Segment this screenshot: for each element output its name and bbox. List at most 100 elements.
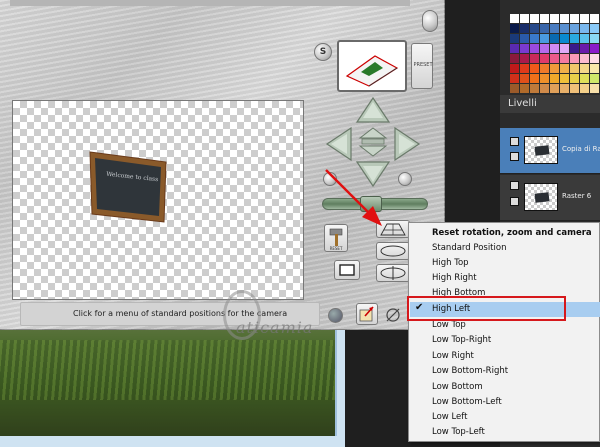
color-swatch[interactable] <box>550 84 559 93</box>
color-swatch[interactable] <box>540 44 549 53</box>
view-frame-button[interactable] <box>334 260 360 280</box>
layer-visibility-icon[interactable] <box>510 137 519 146</box>
reset-button[interactable]: RESET <box>324 224 348 252</box>
color-swatch[interactable] <box>550 44 559 53</box>
menu-item-low-bottom-left[interactable]: Low Bottom-Left <box>410 395 600 410</box>
zoom-slider-thumb[interactable] <box>360 196 382 212</box>
layer-lock-icon[interactable] <box>510 152 519 161</box>
speaker-icon[interactable] <box>422 10 438 32</box>
layer-lock-icon[interactable] <box>510 197 519 206</box>
color-swatch[interactable] <box>520 84 529 93</box>
globe-icon[interactable] <box>328 308 343 323</box>
color-swatch[interactable] <box>520 44 529 53</box>
color-swatch[interactable] <box>550 54 559 63</box>
color-swatch[interactable] <box>520 14 529 23</box>
color-swatch[interactable] <box>550 34 559 43</box>
color-swatch[interactable] <box>590 74 599 83</box>
color-swatch[interactable] <box>560 34 569 43</box>
color-swatch[interactable] <box>590 14 599 23</box>
color-swatch[interactable] <box>530 44 539 53</box>
color-swatch[interactable] <box>590 64 599 73</box>
color-swatch[interactable] <box>510 24 519 33</box>
color-swatch[interactable] <box>580 44 589 53</box>
menu-item-low-bottom-right[interactable]: Low Bottom-Right <box>410 364 600 379</box>
layer-visibility-icon[interactable] <box>510 181 519 190</box>
color-swatch[interactable] <box>530 34 539 43</box>
color-swatch[interactable] <box>530 14 539 23</box>
arrow-up-icon[interactable] <box>355 96 391 124</box>
layer-row-copy-raster[interactable]: Copia di Raster <box>500 128 600 174</box>
color-swatch[interactable] <box>590 84 599 93</box>
arrow-right-icon[interactable] <box>393 126 421 162</box>
color-swatch[interactable] <box>580 24 589 33</box>
color-swatch[interactable] <box>510 54 519 63</box>
color-swatch[interactable] <box>540 64 549 73</box>
color-swatch[interactable] <box>560 64 569 73</box>
color-swatch[interactable] <box>550 74 559 83</box>
color-swatch[interactable] <box>570 84 579 93</box>
preset-button[interactable]: PRESET <box>411 43 433 89</box>
color-swatch[interactable] <box>570 34 579 43</box>
color-swatch[interactable] <box>520 34 529 43</box>
orbit-horizontal-button[interactable] <box>376 242 410 260</box>
menu-item-low-bottom[interactable]: Low Bottom <box>410 380 600 395</box>
color-swatch[interactable] <box>580 34 589 43</box>
menu-item-low-left[interactable]: Low Left <box>410 410 600 425</box>
arrow-center-icon[interactable] <box>358 126 388 158</box>
menu-item-high-top[interactable]: High Top <box>410 256 600 271</box>
color-swatch[interactable] <box>510 74 519 83</box>
camera-positions-button[interactable] <box>376 220 410 238</box>
color-swatch[interactable] <box>540 24 549 33</box>
no-symbol-icon[interactable] <box>384 306 402 324</box>
color-swatch[interactable] <box>580 74 589 83</box>
color-swatch[interactable] <box>510 34 519 43</box>
color-swatch[interactable] <box>530 84 539 93</box>
color-swatch[interactable] <box>540 54 549 63</box>
color-swatch[interactable] <box>590 44 599 53</box>
color-swatch[interactable] <box>550 24 559 33</box>
color-swatch[interactable] <box>570 64 579 73</box>
color-swatch[interactable] <box>570 74 579 83</box>
color-swatch[interactable] <box>510 64 519 73</box>
rotate-left-knob[interactable] <box>323 172 337 186</box>
menu-item-low-right[interactable]: Low Right <box>410 349 600 364</box>
color-swatch[interactable] <box>530 54 539 63</box>
color-swatch[interactable] <box>560 54 569 63</box>
color-swatch[interactable] <box>570 54 579 63</box>
color-swatch[interactable] <box>520 24 529 33</box>
menu-item-low-top-left[interactable]: Low Top-Left <box>410 425 600 440</box>
color-swatch[interactable] <box>510 14 519 23</box>
export-button[interactable] <box>356 303 378 325</box>
color-swatch[interactable] <box>590 24 599 33</box>
color-swatch[interactable] <box>590 34 599 43</box>
color-swatch[interactable] <box>580 84 589 93</box>
color-swatch[interactable] <box>540 14 549 23</box>
color-swatch[interactable] <box>560 24 569 33</box>
color-swatch[interactable] <box>550 64 559 73</box>
color-swatch[interactable] <box>510 44 519 53</box>
color-swatch[interactable] <box>570 44 579 53</box>
color-swatch[interactable] <box>570 14 579 23</box>
color-swatch[interactable] <box>570 24 579 33</box>
color-swatch[interactable] <box>520 54 529 63</box>
color-swatch[interactable] <box>580 54 589 63</box>
orbit-vertical-button[interactable] <box>376 264 410 282</box>
color-swatch[interactable] <box>530 24 539 33</box>
color-swatch[interactable] <box>590 54 599 63</box>
color-swatch[interactable] <box>580 64 589 73</box>
color-swatch[interactable] <box>520 74 529 83</box>
rotate-right-knob[interactable] <box>398 172 412 186</box>
color-swatch[interactable] <box>510 84 519 93</box>
color-swatch[interactable] <box>560 44 569 53</box>
color-swatch[interactable] <box>580 14 589 23</box>
preset-thumbnail[interactable] <box>337 40 407 92</box>
color-swatch[interactable] <box>560 14 569 23</box>
color-swatch[interactable] <box>540 74 549 83</box>
color-swatch[interactable] <box>540 84 549 93</box>
arrow-left-icon[interactable] <box>325 126 353 162</box>
layer-row-raster-6[interactable]: Raster 6 <box>500 175 600 221</box>
color-swatch[interactable] <box>530 74 539 83</box>
color-swatch[interactable] <box>530 64 539 73</box>
menu-item-reset[interactable]: Reset rotation, zoom and camera <box>410 226 600 241</box>
s-button[interactable]: S <box>314 43 332 61</box>
